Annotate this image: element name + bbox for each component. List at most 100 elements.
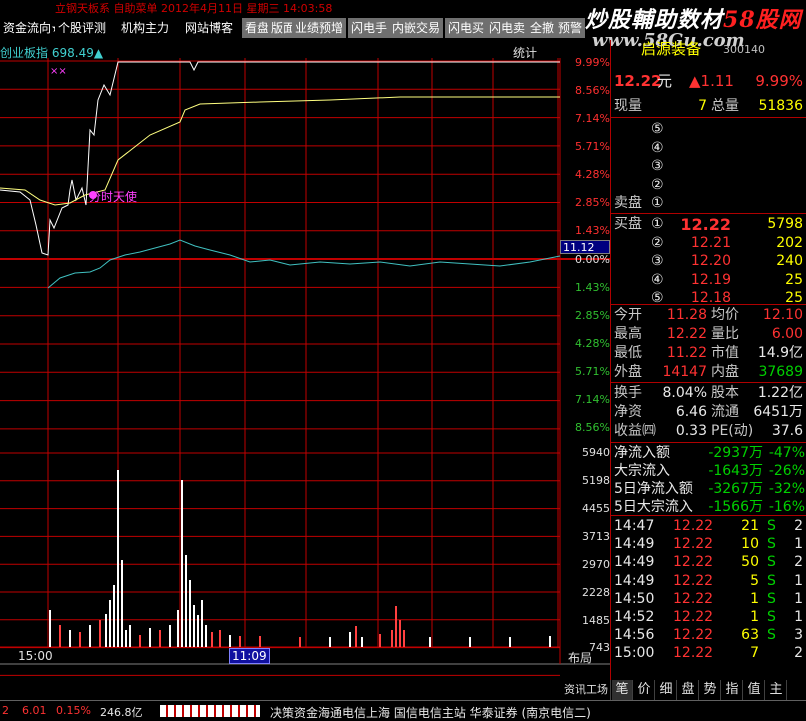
chart-canvas[interactable] (0, 40, 610, 690)
stat-value: 14147 (662, 364, 707, 380)
index-value: 698.49 (51, 46, 94, 60)
tick-side: S (767, 554, 776, 571)
sell-row: ② (611, 176, 806, 195)
panel-tab-7[interactable]: 值 (744, 680, 765, 700)
panel-tab-4[interactable]: 盘 (678, 680, 699, 700)
divider (611, 304, 806, 305)
stat-label: 股本 (711, 385, 739, 401)
tick-vol: 7 (750, 645, 759, 662)
pct-label-up: 5.71% (575, 140, 610, 153)
price-change-pct: 9.99% (755, 72, 803, 90)
layout-button[interactable]: 布局 (568, 649, 592, 666)
stat-value: 1.22亿 (757, 385, 803, 401)
volume-label: 2228 (582, 586, 610, 599)
news-ticker[interactable]: 决策资金海通电信上海 国信电信主站 华泰证券 (南京电信二) (270, 704, 591, 721)
tick-price: 12.22 (673, 536, 714, 553)
panel-tab-6[interactable]: 指 (722, 680, 743, 700)
sell-row: ③ (611, 157, 806, 176)
buy-vol: 5798 (767, 216, 803, 232)
tick-vol: 1 (750, 609, 759, 625)
stat-value: 12.22 (666, 326, 707, 342)
tick-count: 1 (794, 572, 803, 589)
now-vol-label: 现量 (614, 98, 642, 114)
price-row: 12.22 元 ▲1.11 9.99% (611, 72, 806, 91)
sell-level: ④ (651, 139, 664, 156)
tick-price: 12.22 (673, 627, 714, 644)
flow-pct: -32% (768, 481, 805, 497)
stat-label: 市值 (711, 345, 739, 361)
panel-tab-8[interactable]: 主 (766, 680, 787, 700)
stat-row: 最低 11.22 市值 14.9亿 (611, 344, 806, 363)
volume-label: 1485 (582, 614, 610, 627)
stat-label: PE(动) (711, 423, 754, 439)
tick-price: 12.22 (673, 554, 714, 571)
tick-count: 1 (794, 536, 803, 553)
stock-name: 启源装备 (641, 40, 702, 58)
tick-vol: 21 (741, 518, 759, 534)
tick-row: 14:52 12.22 1 S 1 (611, 608, 806, 627)
tick-time: 14:56 (614, 627, 655, 644)
divider (611, 442, 806, 443)
top-bar: 立钢天板系 自助菜单 2012年4月11日 星期三 14:03:58 资金流向★… (0, 0, 806, 51)
tick-side: S (767, 518, 776, 534)
tick-time: 14:50 (614, 590, 655, 607)
total-vol-label: 总量 (711, 98, 739, 114)
tab-10[interactable]: 闪电卖 (486, 18, 529, 38)
tick-time: 14:47 (614, 518, 655, 534)
tick-time: 15:00 (614, 645, 655, 662)
index-label-row: 创业板指 698.49▲ (0, 44, 103, 61)
flow-row: 净流入额 -2937万 -47% (611, 444, 806, 463)
intraday-chart[interactable]: 创业板指 698.49▲ 统计 ×× 分时天使 11.12 9.99% 8.56%… (0, 40, 610, 690)
tab-1[interactable]: 个股评测 (55, 18, 110, 38)
current-price: 12.22 (614, 72, 662, 90)
stat-value: 8.04% (662, 385, 707, 401)
stock-header: 启源装备 300140 (611, 40, 806, 60)
stats-button[interactable]: 统计 (513, 44, 537, 61)
tab-8[interactable]: 内嵌交易 (389, 18, 444, 38)
flow-value: -3267万 (708, 481, 763, 497)
tick-time: 14:52 (614, 609, 655, 625)
tab-9[interactable]: 闪电买 (445, 18, 488, 38)
tab-3[interactable]: 网站博客 (182, 18, 237, 38)
pct-label-up: 4.28% (575, 168, 610, 181)
buy-row: ② 12.21 202 (611, 234, 806, 253)
tick-row: 14:49 12.22 50 S 2 (611, 553, 806, 572)
stat-value: 37.6 (771, 423, 803, 439)
tab-6[interactable]: 业绩预增 (292, 18, 347, 38)
tab-12[interactable]: 预警 (555, 18, 586, 38)
panel-tab-2[interactable]: 价 (634, 680, 655, 700)
pct-label-down: 4.28% (575, 337, 610, 350)
buy-price: 12.19 (690, 271, 731, 288)
sell-row: ④ (611, 139, 806, 158)
stat-value: 14.9亿 (757, 345, 803, 361)
quote-panel: 启源装备 300140 12.22 元 ▲1.11 9.99% 现量 7 总量 … (610, 40, 806, 695)
buy-price: 12.21 (690, 234, 731, 251)
panel-tab-3[interactable]: 细 (656, 680, 677, 700)
stat-row: 最高 12.22 量比 6.00 (611, 325, 806, 344)
pct-label-up: 8.56% (575, 84, 610, 97)
volume-label: 3713 (582, 530, 610, 543)
flow-value: -2937万 (708, 445, 763, 461)
stat2-row: 净资 6.46 流通 6451万 (611, 403, 806, 422)
tab-7[interactable]: 闪电手 (348, 18, 391, 38)
now-vol: 7 (698, 98, 707, 114)
panel-tab-0[interactable]: 资讯工场 (562, 680, 611, 700)
pct-label-down: 5.71% (575, 365, 610, 378)
time-label-cursor: 11:09 (229, 648, 270, 664)
tick-count: 2 (794, 645, 803, 662)
panel-tab-5[interactable]: 势 (700, 680, 721, 700)
buy-vol: 25 (785, 271, 803, 288)
tab-2[interactable]: 机构主力 (118, 18, 173, 38)
volume-label: 4455 (582, 502, 610, 515)
buy-level: ③ (651, 253, 664, 269)
stat-value: 11.28 (666, 307, 707, 323)
stat2-row: 收益㈣ 0.33 PE(动) 37.6 (611, 422, 806, 441)
panel-tab-1[interactable]: 笔 (612, 680, 633, 700)
tick-side: S (767, 536, 776, 553)
sell-label: 卖盘 (614, 195, 642, 211)
status-p1: 2 (2, 704, 9, 717)
time-label-start: 15:00 (18, 649, 53, 663)
tab-11[interactable]: 全撤 (527, 18, 558, 38)
tick-vol: 1 (750, 590, 759, 607)
sell-level: ③ (651, 158, 664, 174)
